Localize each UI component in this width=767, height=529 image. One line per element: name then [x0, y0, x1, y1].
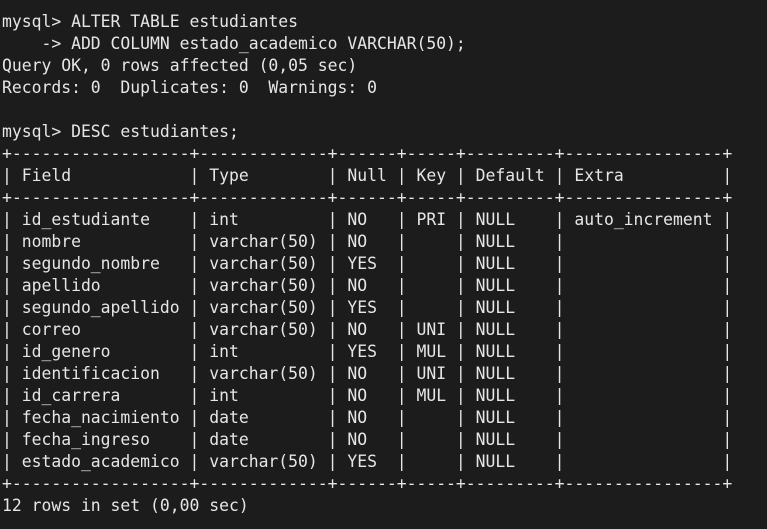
table-border-top: +------------------+-------------+------… — [2, 144, 733, 163]
table-row: | segundo_nombre | varchar(50) | YES | |… — [2, 254, 733, 273]
query-records-line: Records: 0 Duplicates: 0 Warnings: 0 — [2, 78, 377, 97]
table-border-header: +------------------+-------------+------… — [2, 188, 733, 207]
table-row: | fecha_ingreso | date | NO | | NULL | | — [2, 430, 733, 449]
table-row: | correo | varchar(50) | NO | UNI | NULL… — [2, 320, 733, 339]
table-row: | fecha_nacimiento | date | NO | | NULL … — [2, 408, 733, 427]
table-row: | apellido | varchar(50) | NO | | NULL |… — [2, 276, 733, 295]
table-row: | id_estudiante | int | NO | PRI | NULL … — [2, 210, 733, 229]
table-header-row: | Field | Type | Null | Key | Default | … — [2, 166, 733, 185]
table-border-bottom: +------------------+-------------+------… — [2, 474, 733, 493]
query-result-line: Query OK, 0 rows affected (0,05 sec) — [2, 56, 358, 75]
command-line: mysql> DESC estudiantes; — [2, 122, 239, 141]
table-row: | nombre | varchar(50) | NO | | NULL | | — [2, 232, 733, 251]
command-continuation-line: -> ADD COLUMN estado_academico VARCHAR(5… — [2, 34, 466, 53]
table-row: | segundo_apellido | varchar(50) | YES |… — [2, 298, 733, 317]
rows-in-set-line: 12 rows in set (0,00 sec) — [2, 496, 249, 515]
terminal-output[interactable]: mysql> ALTER TABLE estudiantes -> ADD CO… — [0, 11, 767, 529]
command-line: mysql> ALTER TABLE estudiantes — [2, 12, 299, 31]
table-row: | id_genero | int | YES | MUL | NULL | | — [2, 342, 733, 361]
table-row: | id_carrera | int | NO | MUL | NULL | | — [2, 386, 733, 405]
table-row: | estado_academico | varchar(50) | YES |… — [2, 452, 733, 471]
table-row: | identificacion | varchar(50) | NO | UN… — [2, 364, 733, 383]
